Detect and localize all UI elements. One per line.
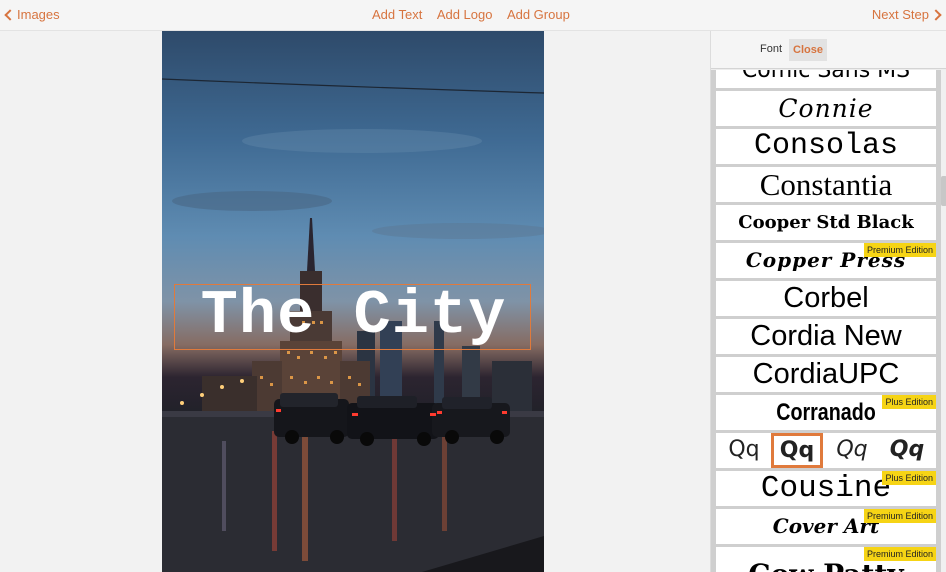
font-option-label: Corbel xyxy=(783,282,869,314)
add-logo-button[interactable]: Add Logo xyxy=(437,0,493,30)
close-font-panel-button[interactable]: Close xyxy=(789,39,827,61)
chevron-right-icon xyxy=(930,8,942,21)
chevron-left-icon xyxy=(4,8,16,21)
style-option-bold-italic[interactable]: Qq xyxy=(881,433,933,468)
text-layer-box[interactable]: The City xyxy=(174,284,531,350)
text-layer-content: The City xyxy=(200,280,507,351)
font-option-label: Cooper Std Black xyxy=(738,212,914,233)
font-option-constantia[interactable]: Constantia xyxy=(716,167,936,202)
font-option-cordia-new[interactable]: Cordia New xyxy=(716,319,936,354)
font-option-cow-patty[interactable]: Cow Patty Premium Edition xyxy=(716,547,936,572)
font-option-cover-art[interactable]: Cover Art Premium Edition xyxy=(716,509,936,544)
style-option-bold[interactable]: Qq xyxy=(771,433,823,468)
font-option-copper-press[interactable]: Copper Press Premium Edition xyxy=(716,243,936,278)
premium-edition-badge: Premium Edition xyxy=(863,243,936,257)
toolbar-actions: Add Text Add Logo Add Group xyxy=(0,0,946,31)
plus-edition-badge: Plus Edition xyxy=(882,471,936,485)
font-option-corbel[interactable]: Corbel xyxy=(716,281,936,316)
add-group-button[interactable]: Add Group xyxy=(507,0,570,30)
font-option-label: Constantia xyxy=(759,167,893,202)
premium-edition-badge: Premium Edition xyxy=(863,509,936,523)
font-option-label: Comic Sans MS xyxy=(741,70,911,83)
font-list-scrollbar[interactable] xyxy=(941,70,946,572)
next-step-link[interactable]: Next Step xyxy=(871,0,942,31)
font-option-cooper-std-black[interactable]: Cooper Std Black xyxy=(716,205,936,240)
font-option-label: CordiaUPC xyxy=(752,358,900,390)
font-option-cousine[interactable]: Cousine Plus Edition xyxy=(716,471,936,506)
canvas-workspace: The City xyxy=(0,31,710,572)
back-to-images-link[interactable]: Images xyxy=(4,0,60,31)
style-option-regular[interactable]: Qq xyxy=(718,433,770,468)
font-list[interactable]: Comic Sans MS Connie Consolas Constantia… xyxy=(711,70,941,572)
font-style-selector: Qq Qq Qq Qq xyxy=(716,433,936,468)
font-option-comic-sans-ms[interactable]: Comic Sans MS xyxy=(716,70,936,88)
font-panel: Font Close Comic Sans MS Connie Consolas… xyxy=(710,31,946,572)
plus-edition-badge: Plus Edition xyxy=(882,395,936,409)
style-option-italic[interactable]: Qq xyxy=(826,433,878,468)
font-panel-header: Font Close xyxy=(711,31,946,69)
top-toolbar: Images Add Text Add Logo Add Group Next … xyxy=(0,0,946,31)
font-option-cordiaupc[interactable]: CordiaUPC xyxy=(716,357,936,392)
font-option-label: Connie xyxy=(778,94,874,123)
font-option-consolas[interactable]: Consolas xyxy=(716,129,936,164)
back-label: Images xyxy=(17,7,60,22)
font-option-connie[interactable]: Connie xyxy=(716,91,936,126)
font-option-corranado[interactable]: Corranado Plus Edition xyxy=(716,395,936,430)
add-text-button[interactable]: Add Text xyxy=(372,0,422,30)
premium-edition-badge: Premium Edition xyxy=(863,547,936,561)
font-panel-title: Font xyxy=(760,43,783,55)
scrollbar-thumb[interactable] xyxy=(941,176,946,206)
font-option-label: Consolas xyxy=(753,129,899,163)
city-photo: The City xyxy=(162,31,544,572)
next-label: Next Step xyxy=(871,7,929,22)
font-option-label: Cordia New xyxy=(750,320,902,352)
